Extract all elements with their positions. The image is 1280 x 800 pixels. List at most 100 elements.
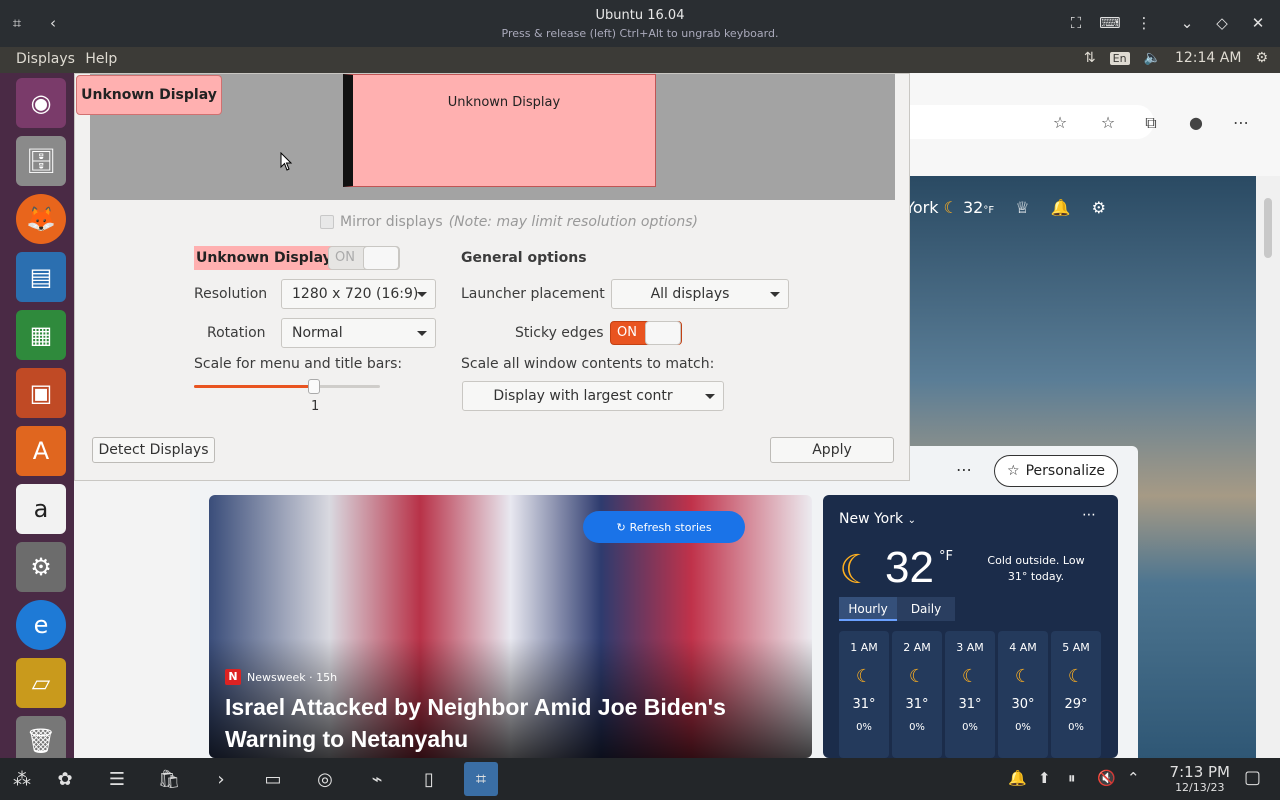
panel-clock[interactable]: 12:14 AM <box>1175 50 1241 66</box>
system-settings-icon[interactable]: ⚙ <box>16 542 66 592</box>
edge-icon[interactable]: e <box>16 600 66 650</box>
ubuntu-dash-icon[interactable]: ◉ <box>16 78 66 128</box>
personalize-button[interactable]: ☆ Personalize <box>994 455 1118 487</box>
selected-display-tag[interactable]: Unknown Display <box>76 75 222 115</box>
minimize-icon[interactable]: ⌄ <box>1176 12 1198 34</box>
show-desktop-icon[interactable]: ▢ <box>1244 767 1261 788</box>
writer-icon[interactable]: ▤ <box>16 252 66 302</box>
vm-app-icon[interactable]: ⌗ <box>464 762 498 796</box>
add-favorite-icon[interactable]: ☆ <box>1050 113 1070 133</box>
tab-hourly[interactable]: Hourly <box>839 597 897 621</box>
app-launcher-icon[interactable]: ⁂ <box>5 762 39 796</box>
hour-precip: 0% <box>856 722 872 733</box>
moon-icon: ☾ <box>839 547 875 593</box>
close-icon[interactable]: ✕ <box>1247 12 1269 34</box>
rewards-icon[interactable]: ♕ <box>1015 198 1029 217</box>
calc-icon[interactable]: ▦ <box>16 310 66 360</box>
more-options-icon[interactable]: ⋮ <box>1133 12 1155 34</box>
hour-forecast: 4 AM ☾ 30° 0% <box>998 631 1048 758</box>
notifications-icon[interactable]: 🔔 <box>1051 198 1071 217</box>
ubuntu-top-panel: Displays Help ⇅ En 🔈 12:14 AM ⚙ <box>0 47 1280 73</box>
volume-muted-icon[interactable]: 🔇 <box>1097 769 1116 787</box>
file-manager-icon[interactable]: ▭ <box>256 762 290 796</box>
favorites-icon[interactable]: ☆ <box>1098 113 1118 133</box>
hour-label: 3 AM <box>956 641 984 654</box>
scale-all-select[interactable]: Display with largest contr <box>462 381 724 411</box>
rotation-select[interactable]: Normal <box>281 318 436 348</box>
profile-icon[interactable]: ● <box>1186 113 1206 133</box>
media-pause-icon[interactable]: ⏸ <box>1068 769 1076 787</box>
settings-sliders-icon[interactable]: ☰ <box>100 762 134 796</box>
display-name-label: Unknown Display <box>194 246 334 270</box>
hour-label: 4 AM <box>1009 641 1037 654</box>
browser-scrollbar[interactable] <box>1256 176 1280 758</box>
host-taskbar: ⁂ ✿ ☰ 🛍 › ▭ ◎ ⌁ ▯ ⌗ 🔔 ⬆ ⏸ 🔇 ⌃ 7:13 PM 12… <box>0 758 1280 800</box>
menu-help[interactable]: Help <box>85 51 117 67</box>
displays-dialog: Unknown Display Unknown Display Mirror d… <box>74 73 910 481</box>
sticky-edges-toggle-label: ON <box>617 325 637 340</box>
amazon-icon[interactable]: a <box>16 484 66 534</box>
displays-app-icon[interactable]: ▱ <box>16 658 66 708</box>
tab-daily[interactable]: Daily <box>897 597 955 621</box>
chevron-down-icon[interactable]: ⌄ <box>908 515 916 526</box>
chevron-down-icon <box>417 331 427 336</box>
usb-device-icon[interactable]: ⌁ <box>360 762 394 796</box>
vm-window-subtitle: Press & release (left) Ctrl+Alt to ungra… <box>501 27 779 40</box>
keyboard-icon[interactable]: ⌨ <box>1099 12 1121 34</box>
vm-window-title: Ubuntu 16.04 <box>595 8 685 23</box>
resolution-select[interactable]: 1280 x 720 (16:9) <box>281 279 436 309</box>
weather-card[interactable]: New York ⌄ ⋯ ☾ 32 °F Cold outside. Low 3… <box>823 495 1118 758</box>
firefox-icon[interactable]: 🦊 <box>16 194 66 244</box>
detect-displays-button[interactable]: Detect Displays <box>92 437 215 463</box>
launcher-placement-select[interactable]: All displays <box>611 279 789 309</box>
newsweek-logo-icon: N <box>225 669 241 685</box>
apply-button[interactable]: Apply <box>770 437 894 463</box>
archive-icon[interactable]: ▯ <box>412 762 446 796</box>
weather-city[interactable]: New York <box>839 511 903 527</box>
software-center-icon[interactable]: A <box>16 426 66 476</box>
volume-icon[interactable]: 🔈 <box>1144 50 1161 66</box>
display-on-toggle[interactable]: ON <box>328 246 400 270</box>
notifications-bell-icon[interactable]: 🔔 <box>1008 769 1027 787</box>
maximize-icon[interactable]: ◇ <box>1211 12 1233 34</box>
moon-icon: ☾ <box>961 666 979 687</box>
settings-icon[interactable]: ⚙ <box>1092 198 1106 217</box>
sticky-edges-label: Sticky edges <box>515 325 604 341</box>
launcher-placement-label: Launcher placement <box>461 286 605 302</box>
store-icon[interactable]: 🛍 <box>152 762 186 796</box>
hour-forecast: 1 AM ☾ 31° 0% <box>839 631 889 758</box>
browser-menu-icon[interactable]: ⋯ <box>1231 113 1251 133</box>
chevron-down-icon <box>770 292 780 297</box>
taskbar-clock[interactable]: 7:13 PM 12/13/23 <box>1170 763 1230 794</box>
rotation-value: Normal <box>292 325 343 341</box>
chromium-icon[interactable]: ◎ <box>308 762 342 796</box>
news-headline[interactable]: Israel Attacked by Neighbor Amid Joe Bid… <box>225 691 785 755</box>
mirror-displays-note: (Note: may limit resolution options) <box>448 214 698 230</box>
mirror-displays-checkbox[interactable] <box>320 215 334 229</box>
refresh-stories-label: Refresh stories <box>629 520 712 534</box>
network-icon[interactable]: ⇅ <box>1084 50 1096 66</box>
general-options-heading: General options <box>461 250 587 266</box>
files-icon[interactable]: 🗄 <box>16 136 66 186</box>
weather-unit: °F <box>939 549 953 564</box>
refresh-stories-button[interactable]: ↻ Refresh stories <box>583 511 745 543</box>
settings-gear-icon[interactable]: ⚙ <box>1255 50 1268 66</box>
display-preview-screen[interactable]: Unknown Display <box>343 74 656 187</box>
tray-expand-icon[interactable]: ⌃ <box>1127 769 1140 787</box>
sticky-edges-toggle[interactable]: ON <box>610 321 682 345</box>
scale-slider-handle[interactable] <box>308 379 320 394</box>
moon-icon: ☾ <box>943 198 958 217</box>
impress-icon[interactable]: ▣ <box>16 368 66 418</box>
updates-icon[interactable]: ⬆ <box>1038 769 1051 787</box>
menu-displays[interactable]: Displays <box>16 51 75 67</box>
weather-temp: 32 <box>885 543 934 592</box>
feed-more-icon[interactable]: ⋯ <box>956 460 972 479</box>
keyboard-layout-indicator[interactable]: En <box>1109 51 1130 65</box>
scale-slider[interactable] <box>194 379 380 394</box>
weather-more-icon[interactable]: ⋯ <box>1082 507 1096 523</box>
hour-forecast: 3 AM ☾ 31° 0% <box>945 631 995 758</box>
collections-icon[interactable]: ⧉ <box>1141 113 1161 133</box>
user-avatar-icon[interactable]: ✿ <box>48 762 82 796</box>
terminal-icon[interactable]: › <box>204 762 238 796</box>
fullscreen-icon[interactable]: ⛶ <box>1065 12 1087 34</box>
